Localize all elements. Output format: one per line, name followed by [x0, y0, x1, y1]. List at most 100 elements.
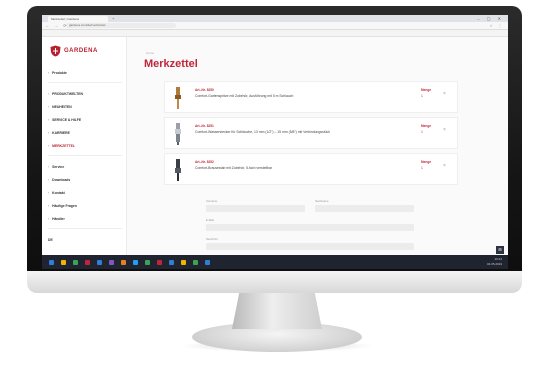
remove-item-icon[interactable]: ×	[443, 127, 446, 133]
os-taskbar: 10:24 04.05.2019 ⊞	[42, 246, 508, 269]
product-image[interactable]	[171, 158, 185, 182]
taskbar-app-icon[interactable]	[109, 259, 114, 265]
bookmarks-bar: AppsLesezeichenGmailYouTubeMapsNewsWette…	[42, 30, 508, 37]
message-label: Nachricht	[206, 237, 218, 241]
taskbar-app-icon[interactable]	[73, 259, 78, 265]
sidebar-item-label: Service	[52, 165, 65, 169]
quantity-label: Menge	[421, 124, 432, 128]
language-selector[interactable]: DE	[48, 236, 122, 244]
quantity-label: Menge	[421, 160, 432, 164]
sidebar-item-label: MERKZETTEL	[52, 144, 75, 148]
sidebar-item[interactable]: › Produkte	[48, 69, 122, 77]
sidebar-item-label: PRODUKTWELTEN	[52, 92, 83, 96]
sidebar-item[interactable]: › NEUHEITEN	[48, 103, 122, 111]
sidebar-item[interactable]: › PRODUKTWELTEN	[48, 90, 122, 98]
sidebar-item[interactable]: › MERKZETTEL	[48, 142, 122, 150]
quantity-value[interactable]: 1	[421, 94, 423, 98]
product-description[interactable]: Comfort-Gartenspritze mit Zubehör, Ausfü…	[195, 94, 293, 98]
wishlist-item[interactable]: Art.-Nr. 8250 Comfort-Gartenspritze mit Z…	[164, 81, 458, 113]
brand-name: GARDENA	[64, 48, 98, 54]
sidebar-item-label: SERVICE & HILFE	[52, 118, 82, 122]
product-image[interactable]	[171, 86, 185, 110]
taskbar-app-icon[interactable]	[97, 259, 102, 265]
sidebar-item-label: Häufige Fragen	[52, 204, 77, 208]
breadcrumb[interactable]: Home	[146, 51, 154, 55]
sidebar-item-label: Produkte	[52, 71, 67, 75]
first-name-field[interactable]	[206, 205, 305, 212]
chevron-right-icon: ›	[48, 178, 50, 182]
shield-logo-icon	[50, 45, 61, 57]
remove-item-icon[interactable]: ×	[443, 91, 446, 97]
chevron-right-icon: ›	[48, 71, 50, 75]
sidebar-item-label: Kontakt	[52, 191, 65, 195]
sidebar-item-label: NEUHEITEN	[52, 105, 72, 109]
taskbar-app-icon[interactable]	[49, 259, 54, 265]
chevron-right-icon: ›	[48, 217, 50, 221]
url-field[interactable]: gardena.com/de/merkzettel	[66, 23, 176, 28]
taskbar-app-icon[interactable]	[61, 259, 66, 265]
taskbar-app-icon[interactable]	[193, 259, 198, 265]
taskbar-app-icon[interactable]	[205, 259, 210, 265]
sidebar-item[interactable]: › Kontakt	[48, 189, 122, 197]
first-name-label: Vorname	[206, 199, 218, 203]
sidebar-divider	[48, 228, 122, 229]
chevron-right-icon: ›	[48, 165, 50, 169]
article-number: Art.-Nr. 8250	[195, 88, 214, 92]
sidebar-divider	[48, 82, 122, 83]
wishlist-item[interactable]: Art.-Nr. 8251 Comfort-Wasserstecker für S…	[164, 117, 458, 149]
chevron-right-icon: ›	[48, 92, 50, 96]
product-description[interactable]: Comfort-Brausestab mit Zubehör, 5-fach v…	[195, 166, 272, 170]
monitor-neck	[232, 293, 322, 329]
taskbar-date: 04.05.2019	[486, 262, 502, 266]
sidebar-item[interactable]: › SERVICE & HILFE	[48, 116, 122, 124]
notification-icon[interactable]: ⊞	[496, 246, 504, 254]
brand-logo[interactable]: GARDENA	[50, 45, 98, 57]
sidebar-item[interactable]: › Häufige Fragen	[48, 202, 122, 210]
email-field[interactable]	[206, 224, 414, 231]
chevron-right-icon: ›	[48, 105, 50, 109]
sidebar-item[interactable]: › Downloads	[48, 176, 122, 184]
last-name-field[interactable]	[315, 205, 414, 212]
remove-item-icon[interactable]: ×	[443, 163, 446, 169]
taskbar-app-icon[interactable]	[181, 259, 186, 265]
sidebar-item-label: Downloads	[52, 178, 71, 182]
sidebar-item[interactable]: › Händler	[48, 215, 122, 223]
taskbar-app-icon[interactable]	[85, 259, 90, 265]
chevron-right-icon: ›	[48, 131, 50, 135]
chevron-right-icon: ›	[48, 144, 50, 148]
page-title: Merkzettel	[144, 58, 198, 70]
browser-tab-strip: Merkzettel | Gardena + – ▢ ✕	[42, 15, 508, 22]
taskbar-app-icon[interactable]	[121, 259, 126, 265]
taskbar-app-icon[interactable]	[145, 259, 150, 265]
sidebar-nav: › Produkte › PRODUKTWELTEN › NEUHEITEN › SERVIC…	[48, 69, 122, 249]
wishlist-item[interactable]: Art.-Nr. 8252 Comfort-Brausestab mit Zube…	[164, 153, 458, 185]
last-name-label: Nachname	[315, 199, 329, 203]
quantity-value[interactable]: 1	[421, 166, 423, 170]
taskbar-app-icon[interactable]	[133, 259, 138, 265]
quantity-value[interactable]: 1	[421, 130, 423, 134]
window-controls[interactable]: – ▢ ✕	[477, 15, 504, 22]
article-number: Art.-Nr. 8251	[195, 124, 214, 128]
browser-menu-icons[interactable]: ☆ ⋮	[489, 22, 504, 29]
taskbar-app-icon[interactable]	[157, 259, 162, 265]
quantity-label: Menge	[421, 88, 432, 92]
monitor-chin	[27, 271, 522, 293]
chevron-right-icon: ›	[48, 191, 50, 195]
contact-form: Vorname Nachname E-Mail Nachricht	[206, 199, 414, 256]
address-bar-row: ← → ⟳ gardena.com/de/merkzettel ☆ ⋮	[42, 22, 508, 30]
wishlist-items: Art.-Nr. 8250 Comfort-Gartenspritze mit Z…	[164, 81, 458, 189]
product-description[interactable]: Comfort-Wasserstecker für Schläuche, 13 …	[195, 130, 330, 134]
message-field[interactable]	[206, 243, 414, 250]
chevron-right-icon: ›	[48, 118, 50, 122]
sidebar-divider	[48, 155, 122, 156]
email-label: E-Mail	[206, 218, 214, 222]
taskbar-app-icon[interactable]	[169, 259, 174, 265]
sidebar-item-label: Händler	[52, 217, 65, 221]
main-content: Home Merkzettel Art.-Nr. 8250 Comfort-Gar…	[128, 37, 508, 255]
chevron-right-icon: ›	[48, 204, 50, 208]
sidebar-item[interactable]: › Service	[48, 163, 122, 171]
product-image[interactable]	[171, 122, 185, 146]
article-number: Art.-Nr. 8252	[195, 160, 214, 164]
sidebar-item[interactable]: › KARRIERE	[48, 129, 122, 137]
taskbar-clock[interactable]: 10:24 04.05.2019	[487, 257, 502, 267]
